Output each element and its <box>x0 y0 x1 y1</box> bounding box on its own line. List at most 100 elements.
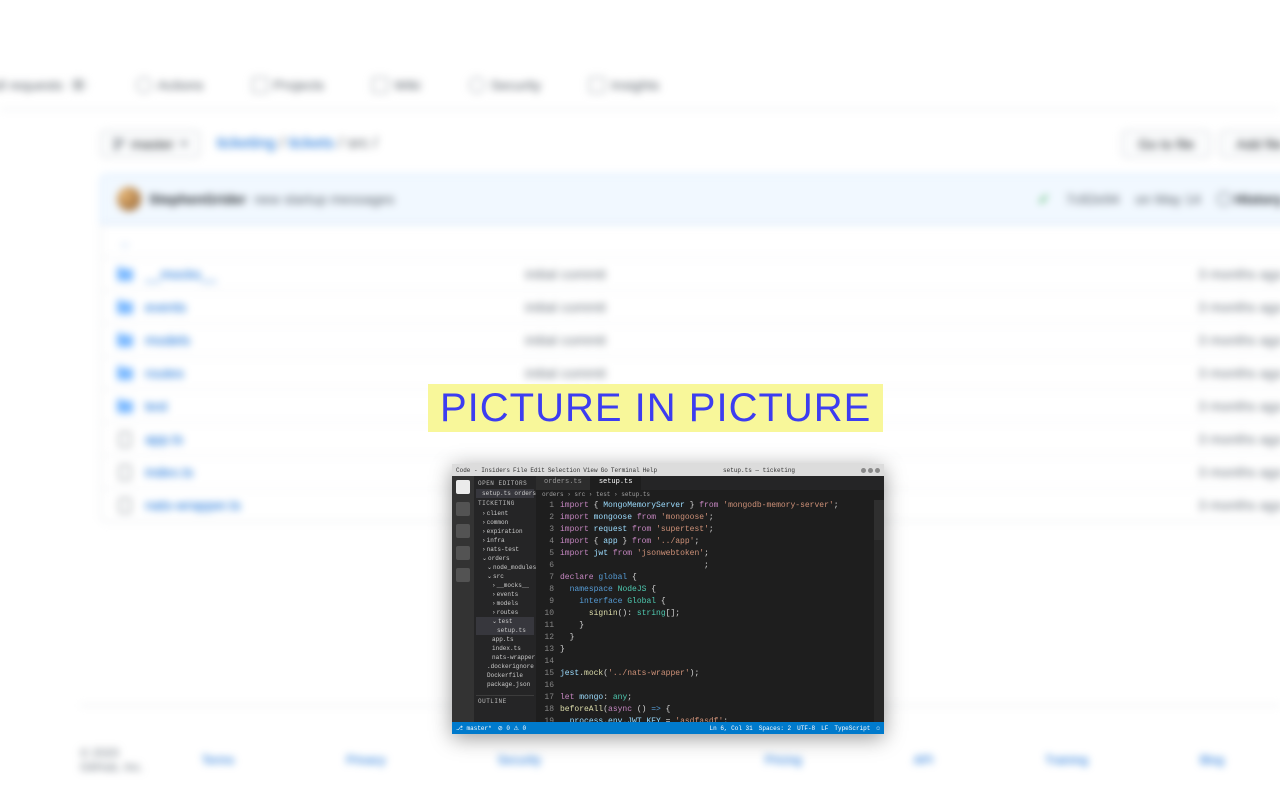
activity-bar[interactable] <box>452 476 474 722</box>
tree-item[interactable]: nats-wrapper.ts <box>476 653 534 662</box>
footer-link[interactable]: Pricing <box>765 753 802 767</box>
status-item[interactable]: LF <box>821 725 828 732</box>
tree-item[interactable]: ⌄node_modules <box>476 563 534 572</box>
explorer-sidebar[interactable]: OPEN EDITORS setup.ts orders/src/test TI… <box>474 476 536 722</box>
menu-item[interactable]: File <box>513 467 527 474</box>
goto-file-button[interactable]: Go to file <box>1121 130 1211 158</box>
file-name[interactable]: models <box>145 332 525 348</box>
menu-item[interactable]: View <box>583 467 597 474</box>
footer-link[interactable]: API <box>914 753 933 767</box>
pip-editor-window[interactable]: Code - InsidersFileEdit SelectionView GoTe… <box>452 464 884 734</box>
tab-projects[interactable]: Projects <box>240 69 337 101</box>
explorer-icon[interactable] <box>456 480 470 494</box>
tree-item[interactable]: ›infra <box>476 536 534 545</box>
footer-link[interactable]: Terms <box>202 753 235 767</box>
tree-item[interactable]: ›common <box>476 518 534 527</box>
table-row[interactable]: eventsinitial commit3 months ago <box>101 290 1280 323</box>
branch-select-button[interactable]: master <box>100 130 201 158</box>
menu-item[interactable]: Help <box>643 467 657 474</box>
status-item[interactable]: TypeScript <box>834 725 870 732</box>
footer-link[interactable]: Security <box>498 753 541 767</box>
extensions-icon[interactable] <box>456 568 470 582</box>
tree-item[interactable]: index.ts <box>476 644 534 653</box>
file-age: 3 months ago <box>1198 365 1280 381</box>
tree-item[interactable]: ›__mocks__ <box>476 581 534 590</box>
tree-item[interactable]: ⌄orders <box>476 554 534 563</box>
menu-item[interactable]: Selection <box>548 467 580 474</box>
outline-header[interactable]: OUTLINE <box>476 695 534 707</box>
table-row[interactable]: __mocks__initial commit3 months ago <box>101 257 1280 290</box>
commit-hash[interactable]: 7c82e94 <box>1066 191 1120 207</box>
pip-window-controls[interactable] <box>861 468 880 473</box>
tree-item[interactable]: ›client <box>476 509 534 518</box>
minimize-icon[interactable] <box>861 468 866 473</box>
table-row[interactable]: modelsinitial commit3 months ago <box>101 323 1280 356</box>
code-content[interactable]: import { MongoMemoryServer } from 'mongo… <box>560 500 874 722</box>
tree-item[interactable]: ⌄src <box>476 572 534 581</box>
file-name[interactable]: routes <box>145 365 525 381</box>
tab-pull-requests[interactable]: Pull requests 0 <box>0 69 100 101</box>
editor-tab-active[interactable]: setup.ts <box>591 476 642 490</box>
status-item[interactable]: ⎇ master* <box>456 725 492 732</box>
open-editors-header[interactable]: OPEN EDITORS <box>476 478 534 489</box>
pip-menubar[interactable]: Code - InsidersFileEdit SelectionView GoTe… <box>456 467 657 474</box>
footer-link[interactable]: Training <box>1045 753 1088 767</box>
open-editor-item[interactable]: setup.ts orders/src/test <box>476 489 534 498</box>
minimap[interactable] <box>874 500 884 722</box>
breadcrumb-link[interactable]: ticketing <box>217 135 276 152</box>
history-link[interactable]: History <box>1217 191 1280 207</box>
tree-item[interactable]: ›events <box>476 590 534 599</box>
tree-item[interactable]: app.ts <box>476 635 534 644</box>
file-commit-msg[interactable]: initial commit <box>525 299 1198 315</box>
tab-insights[interactable]: Insights <box>577 69 671 101</box>
status-item[interactable]: UTF-8 <box>797 725 815 732</box>
editor-code-area[interactable]: 12345678910111213141516171819 import { M… <box>536 500 884 722</box>
tree-item[interactable]: ›expiration <box>476 527 534 536</box>
file-commit-msg[interactable]: initial commit <box>525 266 1198 282</box>
tree-item[interactable]: ⌄test <box>476 617 534 626</box>
search-icon[interactable] <box>456 502 470 516</box>
file-name[interactable]: events <box>145 299 525 315</box>
status-bar[interactable]: ⎇ master* ⊘ 0 ⚠ 0 Ln 6, Col 31 Spaces: 2 UT… <box>452 722 884 734</box>
tab-actions[interactable]: Actions <box>124 69 216 101</box>
status-item[interactable]: ☺ <box>876 725 880 732</box>
tree-item[interactable]: .dockerignore <box>476 662 534 671</box>
status-item[interactable]: Spaces: 2 <box>759 725 791 732</box>
add-file-button[interactable]: Add file <box>1219 130 1280 158</box>
editor-tabs[interactable]: orders.ts setup.ts <box>536 476 884 490</box>
tree-item[interactable]: ›nats-test <box>476 545 534 554</box>
commit-message[interactable]: new startup messages <box>254 191 394 207</box>
status-item[interactable]: ⊘ 0 ⚠ 0 <box>498 725 526 732</box>
editor-breadcrumb[interactable]: orders › src › test › setup.ts <box>536 490 884 500</box>
debug-icon[interactable] <box>456 546 470 560</box>
file-commit-msg[interactable]: initial commit <box>525 365 1198 381</box>
menu-item[interactable]: Code - Insiders <box>456 467 510 474</box>
editor-tab[interactable]: orders.ts <box>536 476 591 490</box>
file-name[interactable]: app.ts <box>145 431 525 447</box>
tab-security[interactable]: Security <box>457 69 554 101</box>
footer-link[interactable]: Blog <box>1200 753 1224 767</box>
maximize-icon[interactable] <box>868 468 873 473</box>
menu-item[interactable]: Go <box>601 467 608 474</box>
close-icon[interactable] <box>875 468 880 473</box>
tree-item[interactable]: ›models <box>476 599 534 608</box>
pip-titlebar[interactable]: Code - InsidersFileEdit SelectionView GoTe… <box>452 464 884 476</box>
tree-item[interactable]: setup.ts <box>476 626 534 635</box>
menu-item[interactable]: Edit <box>530 467 544 474</box>
tree-item[interactable]: Dockerfile <box>476 671 534 680</box>
check-icon[interactable]: ✓ <box>1038 191 1050 208</box>
tree-item[interactable]: ›routes <box>476 608 534 617</box>
file-commit-msg[interactable]: initial commit <box>525 332 1198 348</box>
avatar[interactable] <box>117 187 141 211</box>
file-name[interactable]: __mocks__ <box>145 266 525 282</box>
scm-icon[interactable] <box>456 524 470 538</box>
menu-item[interactable]: Terminal <box>611 467 640 474</box>
project-header[interactable]: TICKETING <box>476 498 534 509</box>
parent-dir-row[interactable]: .. <box>101 224 1280 257</box>
footer-link[interactable]: Privacy <box>346 753 385 767</box>
tree-item[interactable]: package.json <box>476 680 534 689</box>
commit-author[interactable]: StephenGrider <box>149 191 246 207</box>
tab-wiki[interactable]: Wiki <box>360 69 432 101</box>
breadcrumb-link[interactable]: tickets <box>289 135 334 152</box>
status-item[interactable]: Ln 6, Col 31 <box>710 725 753 732</box>
